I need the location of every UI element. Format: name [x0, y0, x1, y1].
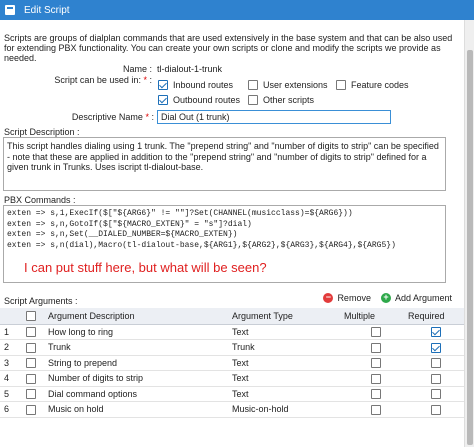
remove-argument-button[interactable]: − Remove: [323, 293, 371, 303]
multiple-checkbox[interactable]: [371, 389, 381, 400]
argument-description: How long to ring: [48, 324, 232, 340]
table-row[interactable]: 3 String to prepend Text: [0, 355, 464, 371]
name-value: tl-dialout-1-trunk: [157, 64, 223, 74]
outbound-routes-label: Outbound routes: [173, 95, 241, 105]
table-row[interactable]: 2 Trunk Trunk: [0, 339, 464, 356]
required-checkbox[interactable]: [431, 373, 441, 384]
argument-type: Text: [232, 324, 344, 340]
window-icon: [5, 5, 15, 15]
multiple-checkbox[interactable]: [371, 358, 381, 369]
argument-type: Music-on-hold: [232, 401, 344, 418]
multiple-checkbox[interactable]: [371, 404, 381, 415]
user-extensions-label: User extensions: [263, 80, 328, 90]
table-row[interactable]: 6 Music on hold Music-on-hold: [0, 401, 464, 418]
script-description-label: Script Description :: [4, 127, 80, 137]
pbx-commands-label: PBX Commands :: [4, 195, 76, 205]
argument-description: Dial command options: [48, 386, 232, 402]
argument-type: Text: [232, 370, 344, 387]
row-number: 6: [0, 401, 26, 418]
annotation-note: I can put stuff here, but what will be s…: [24, 260, 267, 275]
edit-script-form: Scripts are groups of dialplan commands …: [0, 20, 464, 447]
name-label: Name :: [122, 64, 152, 74]
pbx-command-line: exten => s,n,GotoIf($["${MACRO_EXTEN}" =…: [7, 219, 252, 229]
required-checkbox[interactable]: [431, 389, 441, 400]
column-header: Argument Type: [232, 308, 344, 325]
inbound-routes-label: Inbound routes: [173, 80, 234, 90]
row-number: 5: [0, 386, 26, 402]
row-select-checkbox[interactable]: [26, 327, 36, 338]
minus-icon: −: [323, 293, 334, 303]
feature-codes-checkbox[interactable]: [336, 80, 346, 90]
other-scripts-checkbox[interactable]: [248, 95, 258, 105]
argument-description: String to prepend: [48, 355, 232, 371]
table-header-row: Argument Description Argument Type Multi…: [0, 308, 464, 325]
row-select-checkbox[interactable]: [26, 342, 36, 353]
script-description-textarea[interactable]: This script handles dialing using 1 trun…: [3, 137, 446, 191]
pbx-command-line: exten => s,n(dial),Macro(tl-dialout-base…: [7, 240, 396, 250]
intro-text: Scripts are groups of dialplan commands …: [4, 33, 453, 63]
argument-description: Music on hold: [48, 401, 232, 418]
multiple-checkbox[interactable]: [371, 373, 381, 384]
descriptive-name-input[interactable]: Dial Out (1 trunk): [157, 110, 391, 124]
table-row[interactable]: 1 How long to ring Text: [0, 324, 464, 340]
row-number: 4: [0, 370, 26, 387]
window-title: Edit Script: [24, 4, 70, 16]
script-arguments-label: Script Arguments :: [4, 296, 78, 306]
required-checkbox[interactable]: [431, 358, 441, 369]
column-header: Argument Description: [48, 308, 232, 325]
required-checkbox[interactable]: [431, 327, 441, 338]
table-row[interactable]: 5 Dial command options Text: [0, 386, 464, 402]
feature-codes-label: Feature codes: [351, 80, 409, 90]
outbound-routes-checkbox[interactable]: [158, 95, 168, 105]
row-number: 3: [0, 355, 26, 371]
inbound-routes-checkbox[interactable]: [158, 80, 168, 90]
scrollbar-thumb[interactable]: [467, 50, 473, 445]
argument-description: Trunk: [48, 339, 232, 356]
row-select-checkbox[interactable]: [26, 373, 36, 384]
column-header: Multiple: [344, 308, 408, 325]
row-number: 2: [0, 339, 26, 356]
other-scripts-label: Other scripts: [263, 95, 315, 105]
row-number: 1: [0, 324, 26, 340]
row-select-checkbox[interactable]: [26, 404, 36, 415]
add-argument-button[interactable]: + Add Argument: [380, 293, 452, 303]
argument-description: Number of digits to strip: [48, 370, 232, 387]
row-select-checkbox[interactable]: [26, 389, 36, 400]
title-bar: Edit Script: [0, 0, 474, 20]
arguments-actions: − Remove + Add Argument: [323, 293, 452, 303]
row-select-checkbox[interactable]: [26, 358, 36, 369]
user-extensions-checkbox[interactable]: [248, 80, 258, 90]
multiple-checkbox[interactable]: [371, 327, 381, 338]
vertical-scrollbar[interactable]: [464, 20, 474, 447]
plus-icon: +: [380, 293, 391, 303]
select-all-checkbox[interactable]: [26, 311, 36, 322]
column-header: Required: [408, 308, 464, 325]
pbx-command-line: exten => s,n,Set(__DIALED_NUMBER=${MACRO…: [7, 230, 238, 239]
required-checkbox[interactable]: [431, 342, 441, 353]
multiple-checkbox[interactable]: [371, 342, 381, 353]
argument-type: Trunk: [232, 339, 344, 356]
argument-type: Text: [232, 386, 344, 402]
required-checkbox[interactable]: [431, 404, 441, 415]
usage-label: Script can be used in: * :: [54, 75, 152, 85]
table-row[interactable]: 4 Number of digits to strip Text: [0, 370, 464, 387]
argument-type: Text: [232, 355, 344, 371]
pbx-command-line: exten => s,1,ExecIf($["${ARG6}" != ""]?S…: [7, 209, 353, 218]
arguments-table: Argument Description Argument Type Multi…: [0, 308, 464, 418]
descriptive-name-label: Descriptive Name * :: [71, 112, 154, 122]
